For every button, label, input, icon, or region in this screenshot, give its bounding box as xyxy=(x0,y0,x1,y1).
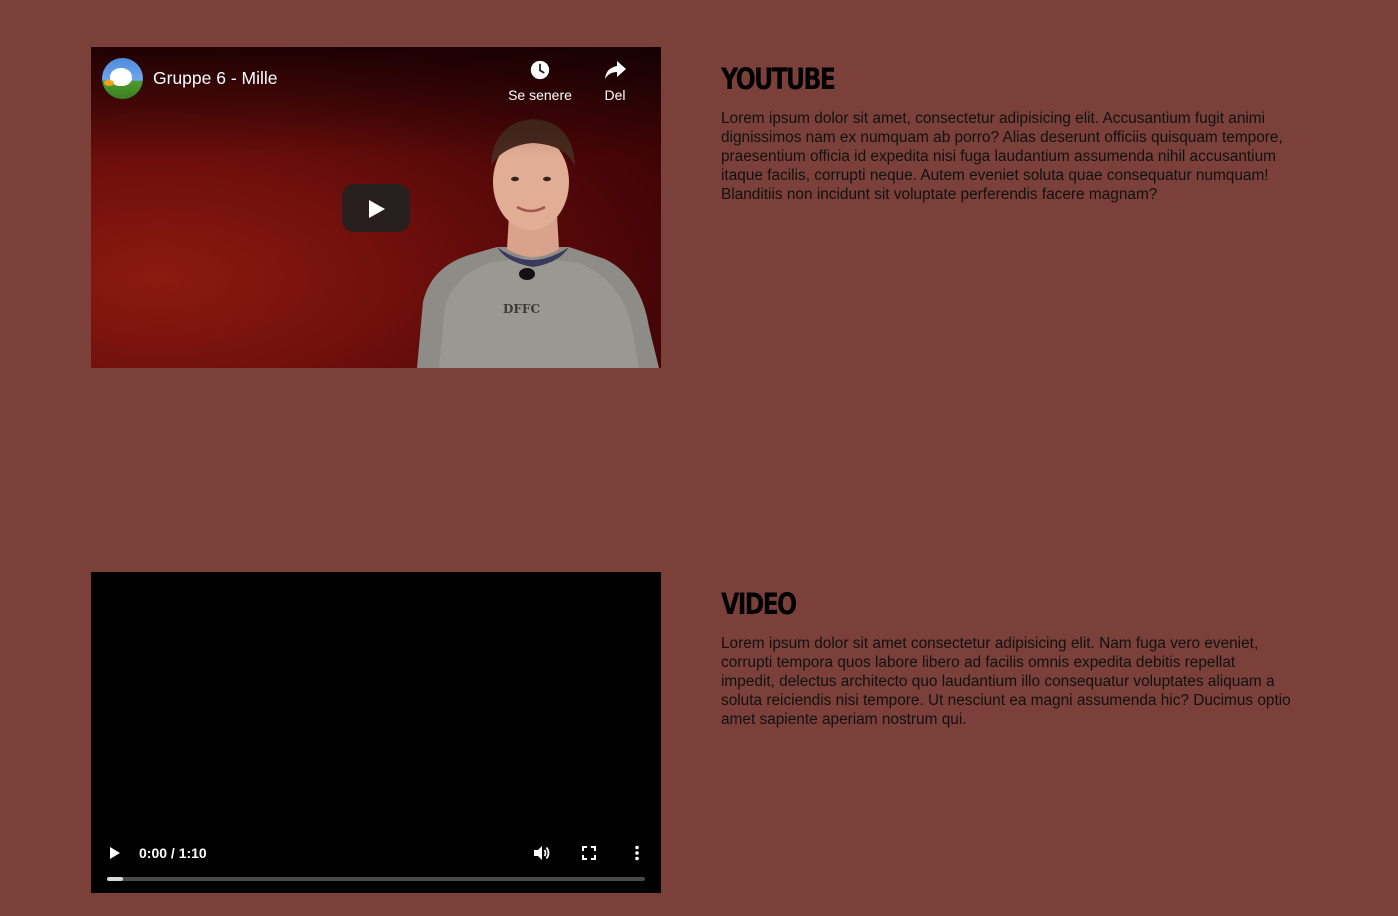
video-description: Lorem ipsum dolor sit amet consectetur a… xyxy=(721,635,1291,728)
play-icon[interactable] xyxy=(105,843,125,863)
progress-fill xyxy=(107,877,124,881)
clock-icon xyxy=(530,60,550,80)
duck-beak-icon xyxy=(104,80,114,86)
video-title[interactable]: Gruppe 6 - Mille xyxy=(153,68,278,89)
volume-icon[interactable] xyxy=(531,843,551,863)
time-display: 0:00 / 1:10 xyxy=(139,845,207,861)
youtube-heading: YOUTUBE xyxy=(721,62,836,96)
more-vertical-icon[interactable] xyxy=(627,843,647,863)
video-heading: VIDEO xyxy=(721,587,797,621)
share-arrow-icon xyxy=(605,61,626,79)
play-icon xyxy=(369,200,385,218)
youtube-play-button[interactable] xyxy=(342,184,410,232)
video-text-column: VIDEO Lorem ipsum dolor sit amet consect… xyxy=(721,572,1291,729)
youtube-embed[interactable]: DFFC Gruppe 6 - Mille Se senere Del xyxy=(91,47,661,368)
youtube-section: DFFC Gruppe 6 - Mille Se senere Del YOUT… xyxy=(91,47,1291,369)
progress-bar[interactable] xyxy=(107,877,645,881)
share-label: Del xyxy=(604,87,626,103)
watch-later-label: Se senere xyxy=(508,87,572,103)
shirt-print: DFFC xyxy=(503,302,540,316)
html5-video-player[interactable]: 0:00 / 1:10 xyxy=(91,572,661,893)
channel-avatar[interactable] xyxy=(102,58,143,99)
youtube-description: Lorem ipsum dolor sit amet, consectetur … xyxy=(721,110,1283,203)
video-controls: 0:00 / 1:10 xyxy=(91,833,661,893)
share-button[interactable]: Del xyxy=(570,59,660,103)
video-section: 0:00 / 1:10 VIDEO Lorem ipsum dolor sit … xyxy=(91,572,1291,894)
youtube-text-column: YOUTUBE Lorem ipsum dolor sit amet, cons… xyxy=(721,47,1291,204)
fullscreen-icon[interactable] xyxy=(579,843,599,863)
